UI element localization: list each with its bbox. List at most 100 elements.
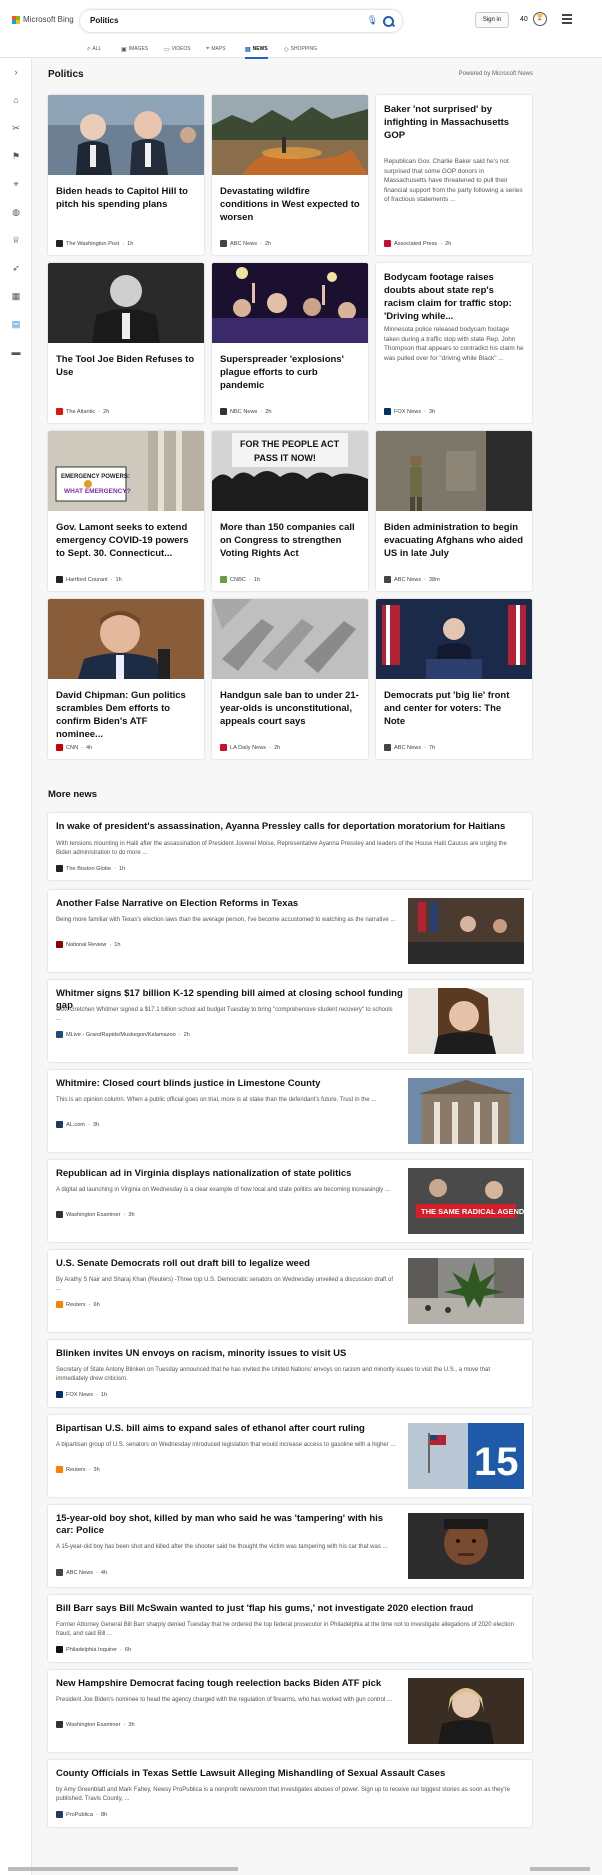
news-card[interactable]: The Tool Joe Biden Refuses to Use The At… bbox=[48, 263, 204, 423]
tab-images[interactable]: ▣ IMAGES bbox=[121, 43, 148, 55]
card-source[interactable]: ABC News · 2h bbox=[220, 240, 271, 247]
source-favicon-icon bbox=[56, 1031, 63, 1038]
sign-in-button[interactable]: Sign in bbox=[475, 12, 509, 28]
card-title[interactable]: Democrats put 'big lie' front and center… bbox=[384, 689, 524, 728]
news-card[interactable]: Devastating wildfire conditions in West … bbox=[212, 95, 368, 255]
home-icon[interactable]: ⌂ bbox=[10, 94, 22, 106]
row-title[interactable]: Bill Barr says Bill McSwain wanted to ju… bbox=[56, 1603, 516, 1615]
card-title[interactable]: Baker 'not surprised' by infighting in M… bbox=[384, 103, 524, 142]
card-source[interactable]: The Washington Post · 1h bbox=[56, 240, 133, 247]
news-row[interactable]: Whitmire: Closed court blinds justice in… bbox=[48, 1070, 532, 1152]
flag-icon[interactable]: ⚑ bbox=[10, 150, 22, 162]
card-title[interactable]: Biden administration to begin evacuating… bbox=[384, 521, 524, 560]
microphone-icon[interactable]: 🎙 bbox=[367, 15, 378, 26]
card-source[interactable]: Hartford Courant · 1h bbox=[56, 576, 122, 583]
news-row[interactable]: Bill Barr says Bill McSwain wanted to ju… bbox=[48, 1595, 532, 1662]
money-icon[interactable]: ▬ bbox=[10, 346, 22, 358]
expand-icon[interactable]: › bbox=[10, 66, 22, 78]
row-source[interactable]: Washington Examiner · 3h bbox=[56, 1211, 135, 1218]
row-title[interactable]: In wake of president's assassination, Ay… bbox=[56, 821, 516, 833]
hamburger-menu-icon[interactable] bbox=[562, 14, 572, 26]
news-row[interactable]: In wake of president's assassination, Ay… bbox=[48, 813, 532, 880]
news-card[interactable]: Biden administration to begin evacuating… bbox=[376, 431, 532, 591]
scissors-icon[interactable]: ✂ bbox=[10, 122, 22, 134]
news-card[interactable]: EMERGENCY POWERS: WHAT EMERGENCY? Gov. L… bbox=[48, 431, 204, 591]
footer-links-placeholder bbox=[8, 1867, 238, 1871]
row-source[interactable]: The Boston Globe · 1h bbox=[56, 865, 125, 872]
rewards-trophy-icon[interactable]: 🏆 bbox=[533, 12, 547, 26]
card-title[interactable]: Devastating wildfire conditions in West … bbox=[220, 185, 360, 224]
card-source[interactable]: Associated Press · 2h bbox=[384, 240, 451, 247]
card-source[interactable]: The Atlantic · 2h bbox=[56, 408, 109, 415]
news-card[interactable]: Handgun sale ban to under 21-year-olds i… bbox=[212, 599, 368, 759]
tab-all[interactable]: ⌕ ALL bbox=[87, 43, 101, 55]
row-source[interactable]: MLive - GrandRapids/Muskegon/Kalamazoo · 2… bbox=[56, 1031, 190, 1038]
row-source[interactable]: Reuters · 6h bbox=[56, 1301, 100, 1308]
card-title[interactable]: Handgun sale ban to under 21-year-olds i… bbox=[220, 689, 360, 728]
tab-shopping[interactable]: ◇ SHOPPING bbox=[284, 43, 317, 55]
card-source[interactable]: CNN · 4h bbox=[56, 744, 92, 751]
svg-text:THE SAME RADICAL AGENDA.: THE SAME RADICAL AGENDA. bbox=[421, 1207, 524, 1216]
bing-logo[interactable]: Microsoft Bing bbox=[12, 15, 74, 24]
card-source[interactable]: NBC News · 2h bbox=[220, 408, 271, 415]
row-title[interactable]: 15-year-old boy shot, killed by man who … bbox=[56, 1513, 396, 1537]
news-card[interactable]: FOR THE PEOPLE ACT PASS IT NOW! More tha… bbox=[212, 431, 368, 591]
news-card[interactable]: David Chipman: Gun politics scrambles De… bbox=[48, 599, 204, 759]
news-row[interactable]: Republican ad in Virginia displays natio… bbox=[48, 1160, 532, 1242]
globe-icon[interactable]: ◍ bbox=[10, 206, 22, 218]
row-source[interactable]: Philadelphia Inquirer · 6h bbox=[56, 1646, 131, 1653]
row-source[interactable]: ProPublica · 8h bbox=[56, 1811, 107, 1818]
news-card[interactable]: Superspreader 'explosions' plague effort… bbox=[212, 263, 368, 423]
row-source[interactable]: ABC News · 4h bbox=[56, 1569, 107, 1576]
search-input[interactable]: Politics bbox=[90, 16, 118, 25]
rocket-icon[interactable]: ➶ bbox=[10, 262, 22, 274]
film-icon[interactable]: ▦ bbox=[10, 290, 22, 302]
card-source[interactable]: ABC News · 38m bbox=[384, 576, 440, 583]
tab-videos[interactable]: ▭ VIDEOS bbox=[164, 43, 191, 55]
card-source[interactable]: FOX News · 3h bbox=[384, 408, 435, 415]
row-source[interactable]: National Review · 1h bbox=[56, 941, 121, 948]
location-icon[interactable]: ⌖ bbox=[10, 178, 22, 190]
news-icon[interactable]: ▤ bbox=[10, 318, 22, 330]
row-source[interactable]: Washington Examiner · 3h bbox=[56, 1721, 135, 1728]
news-row[interactable]: U.S. Senate Democrats roll out draft bil… bbox=[48, 1250, 532, 1332]
card-source[interactable]: LA Daily News · 2h bbox=[220, 744, 280, 751]
card-title[interactable]: The Tool Joe Biden Refuses to Use bbox=[56, 353, 196, 379]
card-title[interactable]: Superspreader 'explosions' plague effort… bbox=[220, 353, 360, 392]
trophy-icon[interactable]: ♕ bbox=[10, 234, 22, 246]
news-card[interactable]: Democrats put 'big lie' front and center… bbox=[376, 599, 532, 759]
row-title[interactable]: U.S. Senate Democrats roll out draft bil… bbox=[56, 1258, 396, 1270]
row-title[interactable]: Another False Narrative on Election Refo… bbox=[56, 898, 396, 910]
card-title[interactable]: More than 150 companies call on Congress… bbox=[220, 521, 360, 560]
news-card[interactable]: Bodycam footage raises doubts about stat… bbox=[376, 263, 532, 423]
news-row[interactable]: County Officials in Texas Settle Lawsuit… bbox=[48, 1760, 532, 1827]
news-row[interactable]: Whitmer signs $17 billion K-12 spending … bbox=[48, 980, 532, 1062]
search-icon[interactable] bbox=[380, 13, 396, 29]
card-title[interactable]: Gov. Lamont seeks to extend emergency CO… bbox=[56, 521, 196, 560]
news-card[interactable]: Baker 'not surprised' by infighting in M… bbox=[376, 95, 532, 255]
tab-news[interactable]: ▤ NEWS bbox=[245, 43, 268, 59]
row-source[interactable]: AL.com · 3h bbox=[56, 1121, 99, 1128]
card-title[interactable]: Biden heads to Capitol Hill to pitch his… bbox=[56, 185, 196, 211]
row-title[interactable]: Bipartisan U.S. bill aims to expand sale… bbox=[56, 1423, 396, 1435]
card-source[interactable]: ABC News · 7h bbox=[384, 744, 435, 751]
row-title[interactable]: Blinken invites UN envoys on racism, min… bbox=[56, 1348, 516, 1360]
row-source[interactable]: FOX News · 1h bbox=[56, 1391, 107, 1398]
news-row[interactable]: Another False Narrative on Election Refo… bbox=[48, 890, 532, 972]
news-row[interactable]: New Hampshire Democrat facing tough reel… bbox=[48, 1670, 532, 1752]
tab-maps[interactable]: ⌖ MAPS bbox=[206, 43, 226, 55]
rewards-count[interactable]: 40 bbox=[520, 16, 528, 23]
card-source[interactable]: CNBC · 1h bbox=[220, 576, 260, 583]
card-title[interactable]: Bodycam footage raises doubts about stat… bbox=[384, 271, 524, 323]
row-title[interactable]: County Officials in Texas Settle Lawsuit… bbox=[56, 1768, 516, 1780]
news-card[interactable]: Biden heads to Capitol Hill to pitch his… bbox=[48, 95, 204, 255]
news-row[interactable]: Blinken invites UN envoys on racism, min… bbox=[48, 1340, 532, 1407]
row-source[interactable]: Reuters · 3h bbox=[56, 1466, 100, 1473]
row-title[interactable]: New Hampshire Democrat facing tough reel… bbox=[56, 1678, 396, 1690]
news-row[interactable]: 15-year-old boy shot, killed by man who … bbox=[48, 1505, 532, 1587]
search-box[interactable]: Politics 🎙 bbox=[80, 10, 402, 32]
row-title[interactable]: Whitmire: Closed court blinds justice in… bbox=[56, 1078, 396, 1090]
card-title[interactable]: David Chipman: Gun politics scrambles De… bbox=[56, 689, 196, 741]
news-row[interactable]: Bipartisan U.S. bill aims to expand sale… bbox=[48, 1415, 532, 1497]
row-title[interactable]: Republican ad in Virginia displays natio… bbox=[56, 1168, 396, 1180]
